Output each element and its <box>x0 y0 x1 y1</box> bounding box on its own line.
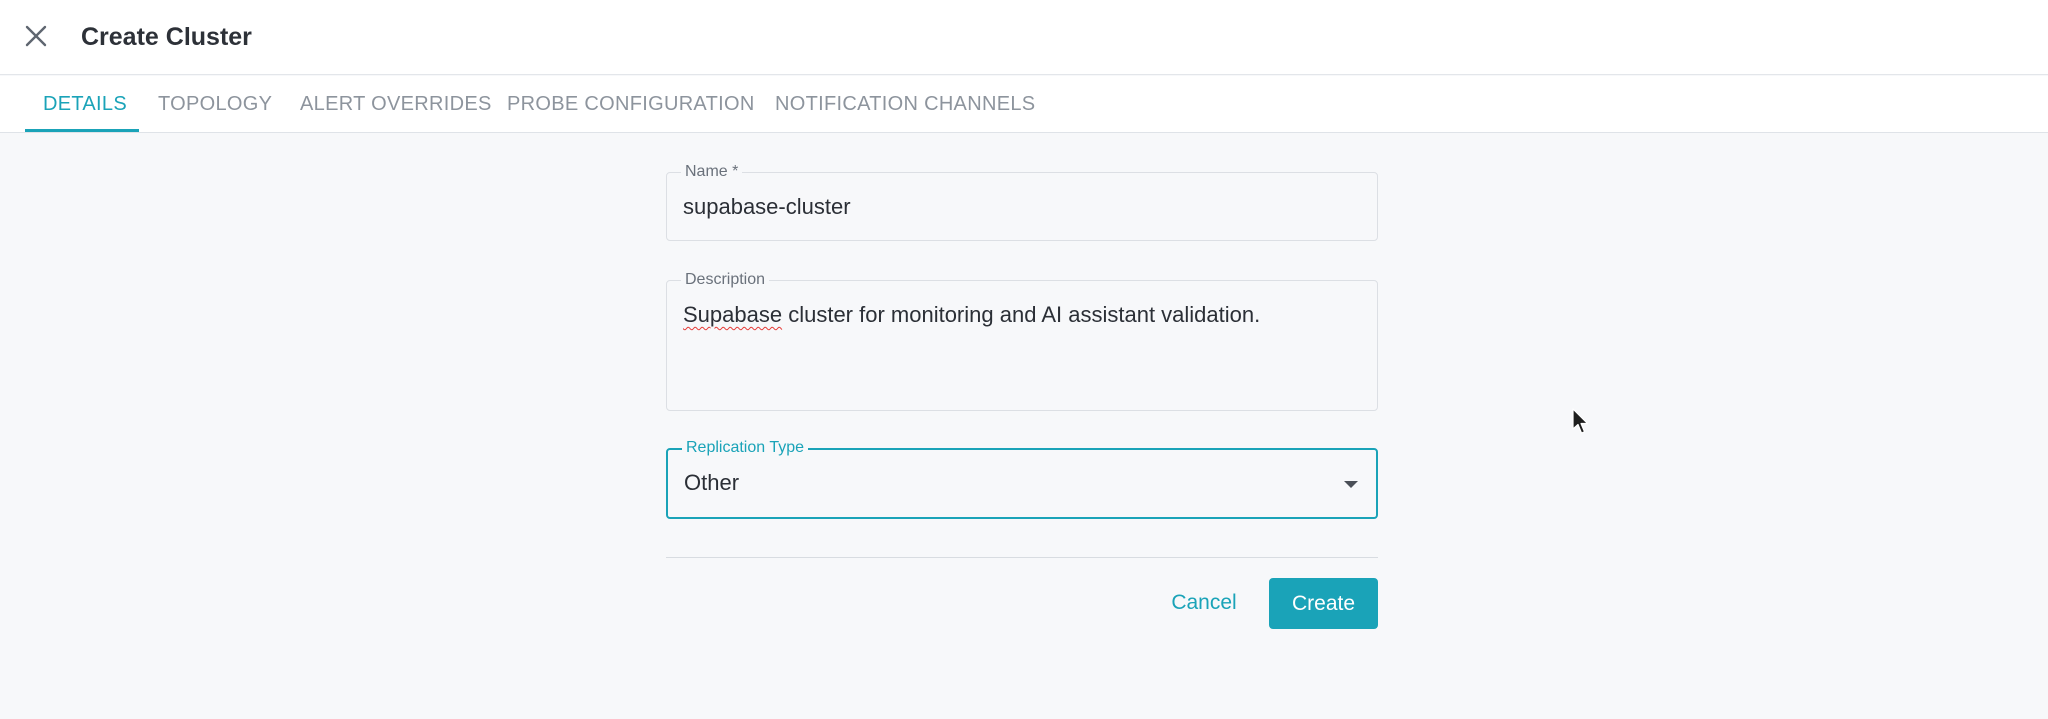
description-text: cluster for monitoring and AI assistant … <box>782 302 1261 327</box>
tab-alert-overrides[interactable]: ALERT OVERRIDES <box>300 76 492 133</box>
cancel-button[interactable]: Cancel <box>1158 578 1250 628</box>
description-field-value[interactable]: Supabase cluster for monitoring and AI a… <box>683 302 1260 328</box>
active-tab-indicator <box>25 129 139 132</box>
chevron-down-icon[interactable] <box>1344 481 1358 488</box>
form-divider <box>666 557 1378 558</box>
description-field-label: Description <box>681 270 770 290</box>
close-button[interactable] <box>22 22 50 50</box>
create-button[interactable]: Create <box>1269 578 1378 629</box>
name-field-value[interactable]: supabase-cluster <box>683 194 851 220</box>
dialog-header: Create Cluster <box>0 0 2048 75</box>
page-title: Create Cluster <box>81 23 252 51</box>
description-field[interactable]: Description Supabase cluster for monitor… <box>666 270 1378 411</box>
replication-type-select[interactable]: Replication Type Other <box>666 438 1378 519</box>
misspelled-word: Supabase <box>683 302 783 327</box>
name-field-label: Name * <box>681 162 743 182</box>
tab-details[interactable]: DETAILS <box>43 76 127 133</box>
tab-probe-configuration[interactable]: PROBE CONFIGURATION <box>507 76 755 133</box>
replication-type-label: Replication Type <box>682 438 808 458</box>
replication-type-value: Other <box>684 470 740 495</box>
tab-bar: DETAILS TOPOLOGY ALERT OVERRIDES PROBE C… <box>0 76 2048 133</box>
tab-topology[interactable]: TOPOLOGY <box>158 76 272 133</box>
tab-notification-channels[interactable]: NOTIFICATION CHANNELS <box>775 76 1035 133</box>
mouse-cursor-icon <box>1572 408 1589 434</box>
close-icon <box>25 25 47 47</box>
name-field[interactable]: Name * supabase-cluster <box>666 162 1378 241</box>
